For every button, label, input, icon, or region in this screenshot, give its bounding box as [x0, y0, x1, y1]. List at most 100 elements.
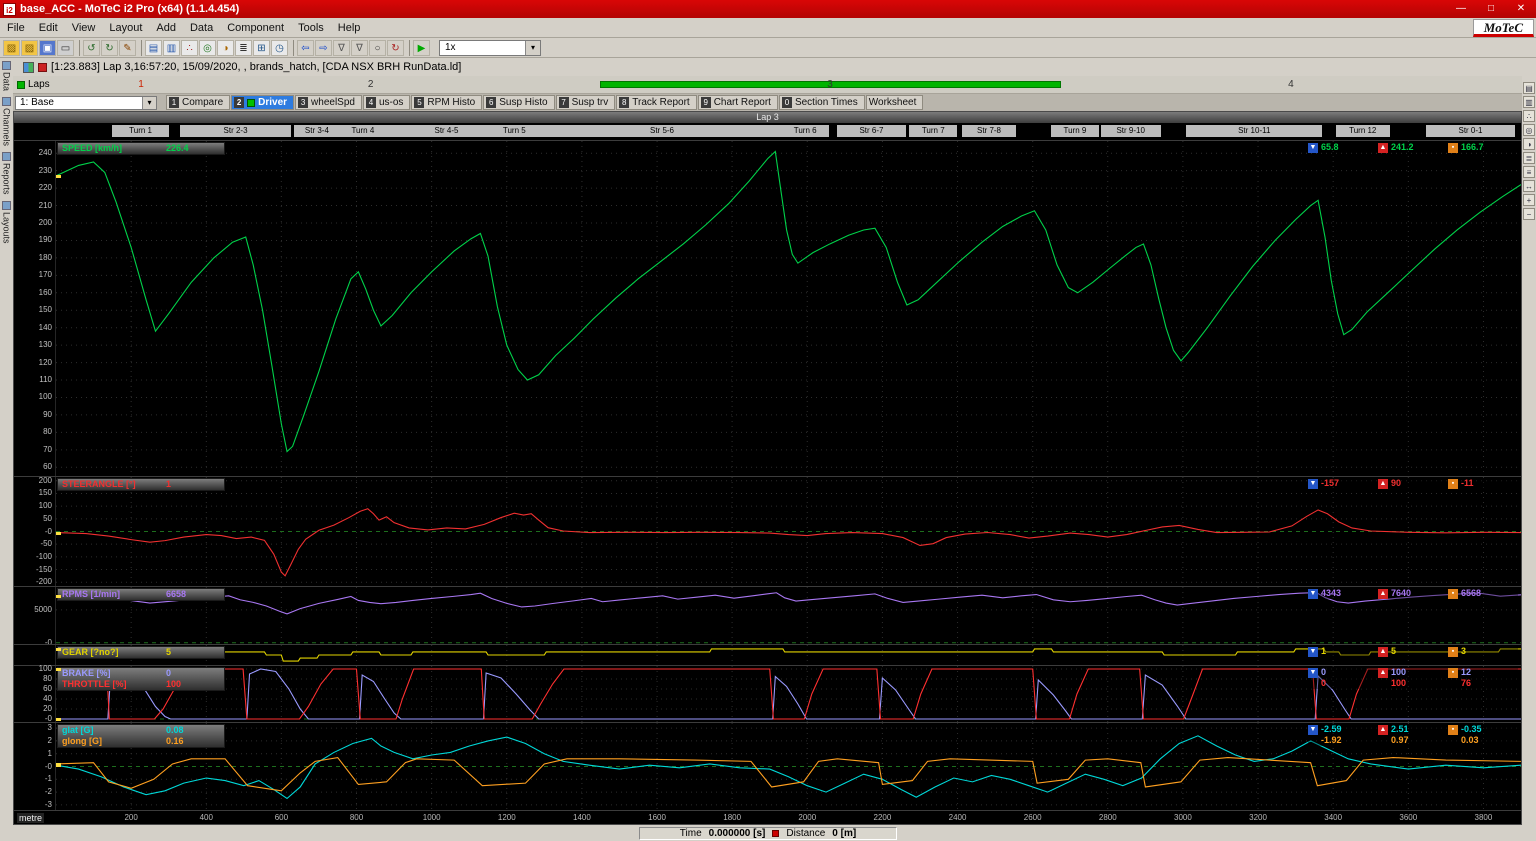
channel-legend-g[interactable]: glat [G]0.08glong [G]0.16: [57, 724, 225, 748]
next-lap-icon[interactable]: ⇨: [315, 40, 332, 56]
menu-layout[interactable]: Layout: [102, 20, 149, 36]
find-icon[interactable]: ○: [369, 40, 386, 56]
lap-marker-2[interactable]: 2: [368, 79, 374, 90]
menu-file[interactable]: File: [0, 20, 32, 36]
tab-driver[interactable]: 2Driver: [231, 95, 294, 110]
time-distance-icon[interactable]: ↔: [1523, 180, 1535, 192]
track-section-str-3-4[interactable]: Str 3-4: [294, 125, 339, 137]
menu-help[interactable]: Help: [331, 20, 368, 36]
edit-maths-icon[interactable]: ✎: [119, 40, 136, 56]
track-map-icon[interactable]: ◎: [199, 40, 216, 56]
lap-marker-3[interactable]: 3: [827, 79, 833, 90]
y-tick-label: -50: [40, 540, 52, 548]
graph-panel-icon[interactable]: ▤: [1523, 82, 1535, 94]
panel-speed: 2402302202102001901801701601501401301201…: [14, 140, 1521, 476]
tab-susp-histo[interactable]: 6Susp Histo: [483, 95, 554, 110]
filter-time-icon[interactable]: ∇: [333, 40, 350, 56]
stat-min-value: 4343: [1321, 588, 1341, 599]
values-icon[interactable]: ≣: [235, 40, 252, 56]
prev-lap-icon[interactable]: ⇦: [297, 40, 314, 56]
worksheet-selector[interactable]: 1: Base ▾: [15, 96, 157, 110]
tab-compare[interactable]: 1Compare: [166, 95, 230, 110]
minimize-button[interactable]: —: [1446, 0, 1476, 18]
scatter-panel-icon[interactable]: ∴: [1523, 110, 1535, 122]
track-section-str-5-6[interactable]: Str 5-6: [532, 125, 791, 137]
lap-marker-1[interactable]: 1: [138, 79, 144, 90]
plot-rpm[interactable]: RPMS [1/min]6658▼4343▲7640▪6568: [56, 587, 1521, 644]
track-section-str-2-3[interactable]: Str 2-3: [180, 125, 292, 137]
track-section-turn-12[interactable]: Turn 12: [1336, 125, 1390, 137]
track-section-turn-5[interactable]: Turn 5: [496, 125, 532, 137]
redo-icon[interactable]: ↻: [101, 40, 118, 56]
filter-distance-icon[interactable]: ∇: [351, 40, 368, 56]
values-panel-icon[interactable]: ≡: [1523, 166, 1535, 178]
menu-tools[interactable]: Tools: [291, 20, 331, 36]
channel-legend-gear[interactable]: GEAR [?no?]5: [57, 646, 225, 659]
sidebar-tab-data[interactable]: Data: [0, 61, 13, 91]
plot-speed[interactable]: SPEED [km/h]226.4▼65.8▲241.2▪166.7: [56, 141, 1521, 476]
undo-icon[interactable]: ↺: [83, 40, 100, 56]
menu-component[interactable]: Component: [220, 20, 291, 36]
chevron-down-icon[interactable]: ▾: [525, 41, 540, 55]
track-section-str-4-5[interactable]: Str 4-5: [386, 125, 507, 137]
plot-steer[interactable]: STEERANGLE [°]1▼-157▲90▪-11: [56, 477, 1521, 586]
tab-rpm-histo[interactable]: 5RPM Histo: [411, 95, 482, 110]
channel-report-icon[interactable]: ≣: [1523, 152, 1535, 164]
menu-edit[interactable]: Edit: [32, 20, 65, 36]
graph-component-icon[interactable]: ▤: [145, 40, 162, 56]
plot-gear[interactable]: GEAR [?no?]5▼1▲5▪3: [56, 645, 1521, 665]
tab-track-report[interactable]: 8Track Report: [616, 95, 696, 110]
play-icon[interactable]: ▶: [413, 40, 430, 56]
scatter-component-icon[interactable]: ∴: [181, 40, 198, 56]
channel-legend-rpm[interactable]: RPMS [1/min]6658: [57, 588, 225, 601]
save-icon[interactable]: ▣: [39, 40, 56, 56]
plot-g[interactable]: glat [G]0.08glong [G]0.16▼-2.59▲2.51▪-0.…: [56, 723, 1521, 810]
track-section-turn-9[interactable]: Turn 9: [1051, 125, 1099, 137]
maximize-button[interactable]: □: [1476, 0, 1506, 18]
tab-us-os[interactable]: 4us-os: [363, 95, 410, 110]
track-section-str-6-7[interactable]: Str 6-7: [837, 125, 906, 137]
track-section-str-9-10[interactable]: Str 9-10: [1101, 125, 1161, 137]
track-map-panel-icon[interactable]: ◎: [1523, 124, 1535, 136]
plot-pedals[interactable]: BRAKE [%]0THROTTLE [%]100▼0▲100▪12▼0▲100…: [56, 666, 1521, 722]
channel-legend-steer[interactable]: STEERANGLE [°]1: [57, 478, 225, 491]
print-icon[interactable]: ▭: [57, 40, 74, 56]
laps-track[interactable]: 1 2 3 4: [50, 76, 1522, 93]
track-section-str-10-11[interactable]: Str 10-11: [1186, 125, 1322, 137]
chevron-down-icon[interactable]: ▾: [142, 97, 156, 109]
tab-wheelspd[interactable]: 3wheelSpd: [295, 95, 362, 110]
tab-section-times[interactable]: 0Section Times: [779, 95, 865, 110]
lap-marker-4[interactable]: 4: [1288, 79, 1294, 90]
channel-legend-speed[interactable]: SPEED [km/h]226.4: [57, 142, 225, 155]
track-section-turn-6[interactable]: Turn 6: [781, 125, 829, 137]
menu-data[interactable]: Data: [183, 20, 220, 36]
track-section-str-0-1[interactable]: Str 0-1: [1426, 125, 1515, 137]
sidebar-tab-channels[interactable]: Channels: [0, 97, 13, 146]
menu-view[interactable]: View: [65, 20, 103, 36]
menu-add[interactable]: Add: [149, 20, 183, 36]
refresh-data-icon[interactable]: ↻: [387, 40, 404, 56]
playback-speed-select[interactable]: 1x ▾: [439, 40, 541, 56]
track-section-turn-7[interactable]: Turn 7: [909, 125, 957, 137]
zoom-in-icon[interactable]: +: [1523, 194, 1535, 206]
time-clock-icon[interactable]: ◷: [271, 40, 288, 56]
track-section-turn-1[interactable]: Turn 1: [112, 125, 169, 137]
sidebar-tab-reports[interactable]: Reports: [0, 152, 13, 195]
close-button[interactable]: ✕: [1506, 0, 1536, 18]
tab-worksheet[interactable]: Worksheet: [866, 95, 924, 110]
sidebar-tab-layouts[interactable]: Layouts: [0, 201, 13, 244]
tab-susp-trv[interactable]: 7Susp trv: [556, 95, 616, 110]
table-icon[interactable]: ⊞: [253, 40, 270, 56]
channel-legend-pedals[interactable]: BRAKE [%]0THROTTLE [%]100: [57, 667, 225, 691]
track-section-turn-4[interactable]: Turn 4: [340, 125, 387, 137]
histogram-panel-icon[interactable]: ▥: [1523, 96, 1535, 108]
histogram-component-icon[interactable]: ▥: [163, 40, 180, 56]
gauge-icon[interactable]: ◑: [217, 40, 234, 56]
gauge-panel-icon[interactable]: ◑: [1523, 138, 1535, 150]
open-workspace-icon[interactable]: ▨: [3, 40, 20, 56]
open-file-icon[interactable]: ▨: [21, 40, 38, 56]
zoom-out-icon[interactable]: −: [1523, 208, 1535, 220]
track-section-str-7-8[interactable]: Str 7-8: [962, 125, 1016, 137]
tab-chart-report[interactable]: 9Chart Report: [698, 95, 778, 110]
laps-bar[interactable]: Laps 1234: [13, 76, 1522, 94]
